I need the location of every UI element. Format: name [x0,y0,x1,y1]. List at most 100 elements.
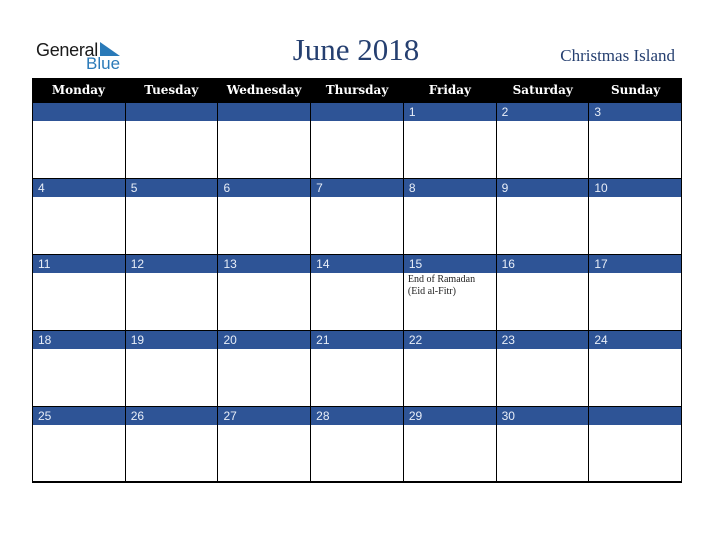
day-events [589,121,681,178]
day-events [311,425,403,481]
day-number: 9 [496,178,589,197]
weekday-thursday: Thursday [325,83,389,97]
day-number: 12 [125,254,218,273]
weekday-wednesday: Wednesday [226,83,302,97]
day-events [33,349,125,406]
day-cell[interactable]: 9 [496,178,590,254]
day-events [311,349,403,406]
day-cell[interactable]: 17 [589,254,683,330]
day-cell[interactable]: 28 [311,406,404,481]
day-events [404,121,496,178]
day-cell[interactable]: 24 [589,330,683,406]
day-number: 30 [496,406,589,425]
day-events [497,121,589,178]
week-row: 123 [32,102,683,178]
day-number: 18 [33,330,125,349]
day-events [218,121,310,178]
day-cell[interactable] [311,102,404,178]
day-cell[interactable]: 26 [125,406,219,481]
day-cell[interactable]: 3 [589,102,683,178]
day-events [311,197,403,254]
day-events [404,349,496,406]
day-cell[interactable] [218,102,312,178]
week-row: 25 26 27 28 29 30 [32,406,683,483]
day-cell[interactable]: 22 [403,330,497,406]
day-events [126,197,218,254]
day-number: 20 [218,330,311,349]
day-number: 11 [33,254,125,273]
day-cell[interactable]: 5 [125,178,219,254]
day-cell[interactable]: 11 [33,254,126,330]
day-cell[interactable]: 27 [218,406,312,481]
day-events [33,425,125,481]
day-cell[interactable]: 7 [311,178,404,254]
day-number: 10 [589,178,682,197]
day-number: 4 [33,178,125,197]
week-row: 18 19 20 21 22 23 24 [32,330,683,406]
day-cell[interactable] [589,406,683,481]
day-cell[interactable]: 20 [218,330,312,406]
day-events [404,197,496,254]
day-number: 27 [218,406,311,425]
day-number: 5 [125,178,218,197]
day-number: 14 [311,254,403,273]
day-cell[interactable]: 8 [403,178,497,254]
day-cell[interactable]: 15 End of Ramadan (Eid al-Fitr) [403,254,497,330]
day-cell[interactable] [125,102,219,178]
day-number: 19 [125,330,218,349]
day-number: 23 [496,330,589,349]
day-number [311,102,403,121]
day-events [218,425,310,481]
day-cell[interactable]: 14 [311,254,404,330]
day-events [218,197,310,254]
day-number: 24 [589,330,682,349]
day-number: 7 [311,178,403,197]
day-cell[interactable]: 6 [218,178,312,254]
day-cell[interactable]: 4 [33,178,126,254]
day-number: 22 [403,330,496,349]
day-events [589,425,681,481]
day-cell[interactable]: 23 [496,330,590,406]
day-events [33,121,125,178]
day-number: 26 [125,406,218,425]
day-events [33,197,125,254]
weekday-header: Monday Tuesday Wednesday Thursday Friday Satu… [32,78,682,102]
day-cell[interactable]: 1 [403,102,497,178]
day-cell[interactable]: 21 [311,330,404,406]
calendar-grid: Monday Tuesday Wednesday Thursday Friday Satu… [32,78,683,483]
weekday-tuesday: Tuesday [144,83,199,97]
day-events: End of Ramadan (Eid al-Fitr) [407,274,476,297]
day-cell[interactable]: 2 [496,102,590,178]
day-events [126,425,218,481]
weekday-friday: Friday [428,83,472,97]
day-events [218,273,310,330]
day-number: 25 [33,406,125,425]
day-events [589,349,681,406]
day-cell[interactable]: 25 [33,406,126,481]
day-number: 21 [311,330,403,349]
week-row: 4 5 6 7 8 9 10 [32,178,683,254]
day-cell[interactable]: 13 [218,254,312,330]
day-events [589,273,681,330]
day-events [589,197,681,254]
day-cell[interactable]: 18 [33,330,126,406]
day-events [497,197,589,254]
day-cell[interactable]: 29 [403,406,497,481]
day-events [33,273,125,330]
day-events [218,349,310,406]
day-cell[interactable]: 16 [496,254,590,330]
day-number: 17 [589,254,682,273]
day-number [33,102,125,121]
day-cell[interactable]: 12 [125,254,219,330]
day-cell[interactable]: 10 [589,178,683,254]
weekday-monday: Monday [51,83,105,97]
day-number: 15 [403,254,496,273]
day-cell[interactable]: 30 [496,406,590,481]
day-number [125,102,218,121]
weekday-saturday: Saturday [512,83,573,97]
day-cell[interactable] [33,102,126,178]
day-number: 8 [403,178,496,197]
day-cell[interactable]: 19 [125,330,219,406]
day-events [126,349,218,406]
day-number: 6 [218,178,311,197]
